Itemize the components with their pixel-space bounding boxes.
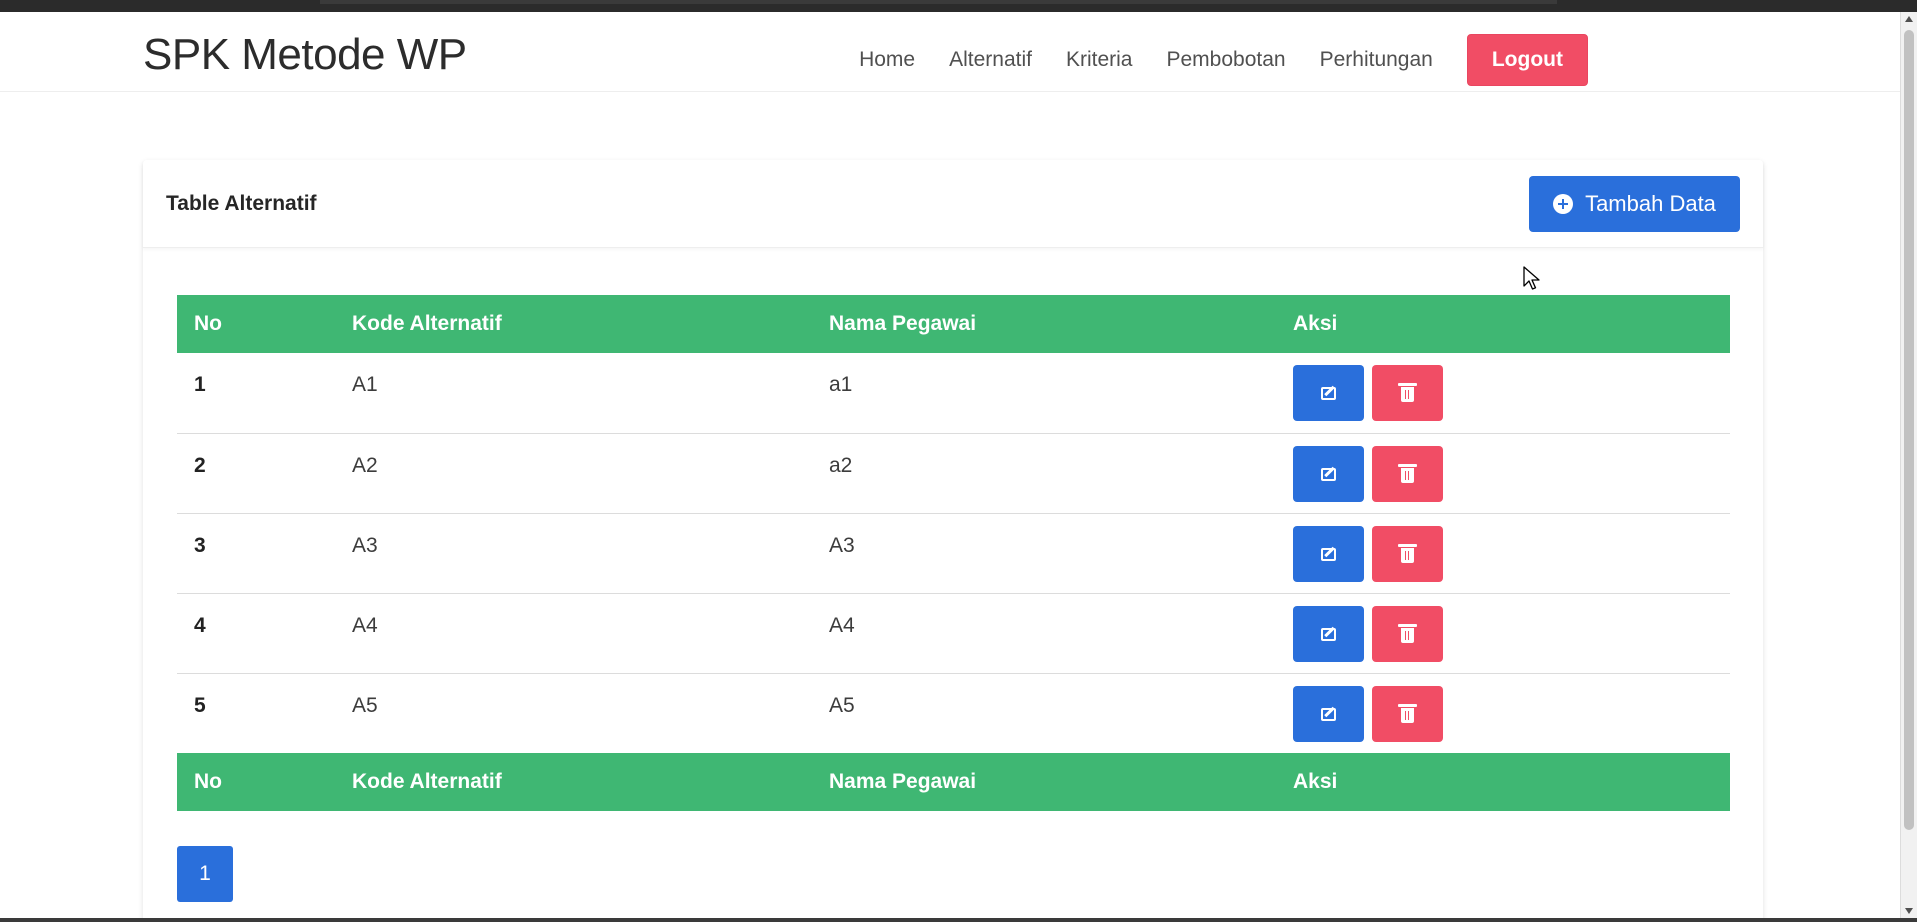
row-kode: A3 xyxy=(335,513,812,594)
edit-button[interactable] xyxy=(1293,445,1364,502)
header-no: No xyxy=(194,312,222,335)
navbar: SPK Metode WP Home Alternatif Kriteria P… xyxy=(0,12,1900,92)
row-actions xyxy=(1276,513,1730,594)
row-kode: A4 xyxy=(335,593,812,674)
row-nama: A3 xyxy=(812,513,1276,594)
scrollbar-thumb[interactable] xyxy=(1904,30,1914,830)
scroll-up-arrow-icon[interactable] xyxy=(1905,16,1913,22)
row-nama: a1 xyxy=(812,353,1276,434)
row-no: 5 xyxy=(194,693,206,717)
row-actions xyxy=(1276,673,1730,753)
row-no: 3 xyxy=(177,513,335,594)
table-row: 5 A5 A5 xyxy=(177,673,1730,753)
delete-button[interactable] xyxy=(1372,685,1443,742)
nav-link-pembobotan[interactable]: Pembobotan xyxy=(1167,48,1286,72)
trash-icon xyxy=(1398,623,1417,643)
logout-button[interactable]: Logout xyxy=(1466,34,1588,86)
row-nama: A4 xyxy=(812,593,1276,674)
row-actions xyxy=(1276,433,1730,514)
row-nama: A5 xyxy=(829,693,855,717)
edit-icon xyxy=(1321,387,1336,400)
header-nama-pegawai: Nama Pegawai xyxy=(829,312,977,335)
footer-aksi: Aksi xyxy=(1293,770,1338,793)
delete-button[interactable] xyxy=(1372,525,1443,582)
edit-button[interactable] xyxy=(1293,605,1364,662)
browser-top-strip xyxy=(320,0,1557,4)
edit-button[interactable] xyxy=(1293,365,1364,421)
table-row: 2 A2 a2 xyxy=(177,433,1730,514)
add-data-button[interactable]: Tambah Data xyxy=(1529,176,1740,232)
header-aksi: Aksi xyxy=(1293,312,1338,335)
row-actions xyxy=(1276,353,1730,434)
card-header: Table Alternatif Tambah Data xyxy=(143,160,1763,248)
add-data-label: Tambah Data xyxy=(1585,191,1716,216)
edit-icon xyxy=(1321,547,1336,561)
row-actions xyxy=(1276,593,1730,674)
nav-links: Home Alternatif Kriteria Pembobotan Perh… xyxy=(825,34,1588,86)
row-kode: A1 xyxy=(335,353,812,434)
row-no: 4 xyxy=(177,593,335,674)
delete-button[interactable] xyxy=(1372,445,1443,502)
footer-kode-alternatif: Kode Alternatif xyxy=(352,770,502,793)
page-button-current[interactable]: 1 xyxy=(177,846,233,902)
nav-link-home[interactable]: Home xyxy=(859,48,915,72)
edit-icon xyxy=(1321,627,1336,641)
table-row: 1 A1 a1 xyxy=(177,353,1730,434)
delete-button[interactable] xyxy=(1372,605,1443,662)
nav-link-perhitungan[interactable]: Perhitungan xyxy=(1320,48,1433,72)
edit-icon xyxy=(1321,707,1336,721)
browser-viewport: SPK Metode WP Home Alternatif Kriteria P… xyxy=(0,12,1900,918)
edit-button[interactable] xyxy=(1293,525,1364,582)
taskbar-strip xyxy=(0,918,1917,922)
delete-button[interactable] xyxy=(1372,365,1443,421)
scroll-down-arrow-icon[interactable] xyxy=(1905,908,1913,914)
row-kode: A2 xyxy=(335,433,812,514)
pagination: 1 xyxy=(177,846,233,902)
edit-button[interactable] xyxy=(1293,685,1364,742)
table-row: 4 A4 A4 xyxy=(177,593,1730,674)
row-nama: a2 xyxy=(812,433,1276,514)
header-kode-alternatif: Kode Alternatif xyxy=(352,312,502,335)
alternatif-table: No Kode Alternatif Nama Pegawai Aksi 1 A… xyxy=(177,295,1730,811)
table-footer-row: No Kode Alternatif Nama Pegawai Aksi xyxy=(177,753,1730,811)
row-no: 2 xyxy=(177,433,335,514)
row-kode: A5 xyxy=(352,693,378,717)
table-header-row: No Kode Alternatif Nama Pegawai Aksi xyxy=(177,295,1730,353)
alternatif-card: Table Alternatif Tambah Data No Kode Alt… xyxy=(143,160,1763,918)
card-title: Table Alternatif xyxy=(166,192,317,215)
trash-icon xyxy=(1398,543,1417,563)
nav-link-alternatif[interactable]: Alternatif xyxy=(949,48,1032,72)
trash-icon xyxy=(1398,463,1417,483)
plus-circle-icon xyxy=(1553,194,1574,214)
trash-icon xyxy=(1398,703,1417,723)
footer-no: No xyxy=(194,770,222,793)
row-no: 1 xyxy=(177,353,335,434)
edit-icon xyxy=(1321,467,1336,481)
table-row: 3 A3 A3 xyxy=(177,513,1730,594)
footer-nama-pegawai: Nama Pegawai xyxy=(829,770,977,793)
vertical-scrollbar[interactable] xyxy=(1900,12,1917,918)
nav-link-kriteria[interactable]: Kriteria xyxy=(1066,48,1133,72)
brand-title[interactable]: SPK Metode WP xyxy=(143,30,467,80)
trash-icon xyxy=(1398,383,1417,402)
